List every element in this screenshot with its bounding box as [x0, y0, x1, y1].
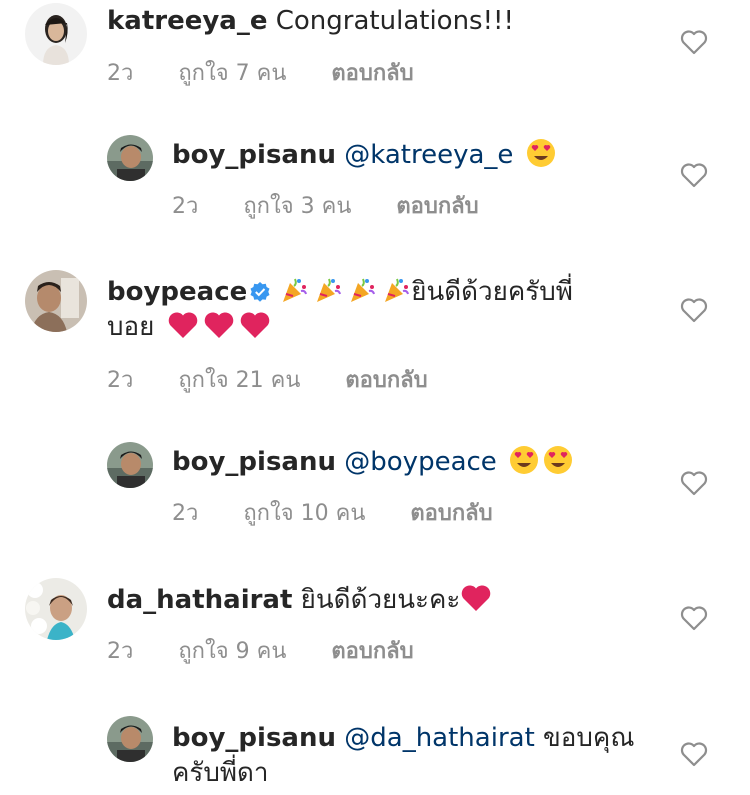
reply-button[interactable]: ตอบกลับ	[345, 368, 427, 393]
comment-likes[interactable]: ถูกใจ 9 คน	[178, 639, 286, 664]
mention-link[interactable]: @boypeace	[344, 447, 497, 477]
like-heart-icon[interactable]	[680, 29, 708, 55]
comment-body: Congratulations!!!	[275, 6, 514, 36]
heart-emoji-icon	[167, 310, 199, 349]
heart-eyes-emoji-icon	[526, 138, 556, 177]
comment-text: da_hathairat ยินดีด้วยนะคะ	[107, 583, 492, 622]
comment-meta: 2ว ถูกใจ 21 คน ตอบกลับ	[107, 362, 466, 397]
like-heart-icon[interactable]	[680, 297, 708, 323]
comment-meta: 2ว ถูกใจ 7 คน ตอบกลับ	[107, 55, 452, 90]
heart-emoji-icon	[239, 310, 271, 349]
comment-likes[interactable]: ถูกใจ 3 คน	[243, 194, 351, 219]
comment-likes[interactable]: ถูกใจ 10 คน	[243, 501, 365, 526]
comment-time: 2ว	[172, 501, 199, 526]
comment-meta: 2ว ถูกใจ 9 คน ตอบกลับ	[107, 633, 452, 668]
comment-username[interactable]: boy_pisanu	[172, 723, 336, 753]
comment-body: ยินดีด้วยนะคะ	[300, 585, 461, 615]
comment-text: boy_pisanu @da_hathairat ขอบคุณ	[172, 721, 634, 755]
avatar[interactable]	[25, 578, 87, 640]
like-heart-icon[interactable]	[680, 605, 708, 631]
comment-time: 2ว	[107, 61, 134, 86]
avatar[interactable]	[107, 442, 153, 488]
party-popper-emoji-icon	[313, 275, 343, 314]
verified-badge-icon	[249, 278, 271, 312]
reply-button[interactable]: ตอบกลับ	[331, 639, 413, 664]
comment-username[interactable]: boypeace	[107, 277, 247, 307]
reply-button[interactable]: ตอบกลับ	[396, 194, 478, 219]
comment-text-line2: ครับพี่ดา	[172, 756, 268, 790]
comment-likes[interactable]: ถูกใจ 7 คน	[178, 61, 286, 86]
comment-body: บอย	[107, 312, 155, 342]
mention-link[interactable]: @da_hathairat	[344, 723, 535, 753]
comment-body: ขอบคุณ	[543, 723, 635, 753]
comment-meta: 2ว ถูกใจ 10 คน ตอบกลับ	[172, 495, 531, 530]
heart-eyes-emoji-icon	[543, 445, 573, 484]
comment-text-line2: บอย	[107, 310, 271, 349]
comment-text: katreeya_e Congratulations!!!	[107, 4, 514, 38]
party-popper-emoji-icon	[347, 275, 377, 314]
reply-button[interactable]: ตอบกลับ	[331, 61, 413, 86]
avatar[interactable]	[25, 3, 87, 65]
avatar[interactable]	[25, 270, 87, 332]
comment-text: boy_pisanu @katreeya_e	[172, 138, 556, 177]
comment-likes[interactable]: ถูกใจ 21 คน	[178, 368, 300, 393]
like-heart-icon[interactable]	[680, 741, 708, 767]
like-heart-icon[interactable]	[680, 162, 708, 188]
avatar[interactable]	[107, 716, 153, 762]
comment-username[interactable]: boy_pisanu	[172, 447, 336, 477]
reply-button[interactable]: ตอบกลับ	[410, 501, 492, 526]
comment-body: ครับพี่ดา	[172, 758, 269, 788]
comment-text: boy_pisanu @boypeace	[172, 445, 573, 484]
avatar[interactable]	[107, 135, 153, 181]
comment-meta: 2ว ถูกใจ 3 คน ตอบกลับ	[172, 188, 517, 223]
comment-body: ยินดีด้วยครับพี่	[411, 277, 573, 307]
heart-eyes-emoji-icon	[509, 445, 539, 484]
comment-time: 2ว	[107, 639, 134, 664]
comment-time: 2ว	[172, 194, 199, 219]
heart-emoji-icon	[203, 310, 235, 349]
comment-time: 2ว	[107, 368, 134, 393]
comment-username[interactable]: da_hathairat	[107, 585, 292, 615]
party-popper-emoji-icon	[381, 275, 411, 314]
heart-emoji-icon	[460, 583, 492, 622]
mention-link[interactable]: @katreeya_e	[344, 140, 513, 170]
comment-username[interactable]: katreeya_e	[107, 6, 267, 36]
comment-text: boypeace ยินดีด้วยครับพี่	[107, 275, 573, 314]
party-popper-emoji-icon	[279, 275, 309, 314]
comment-username[interactable]: boy_pisanu	[172, 140, 336, 170]
like-heart-icon[interactable]	[680, 470, 708, 496]
